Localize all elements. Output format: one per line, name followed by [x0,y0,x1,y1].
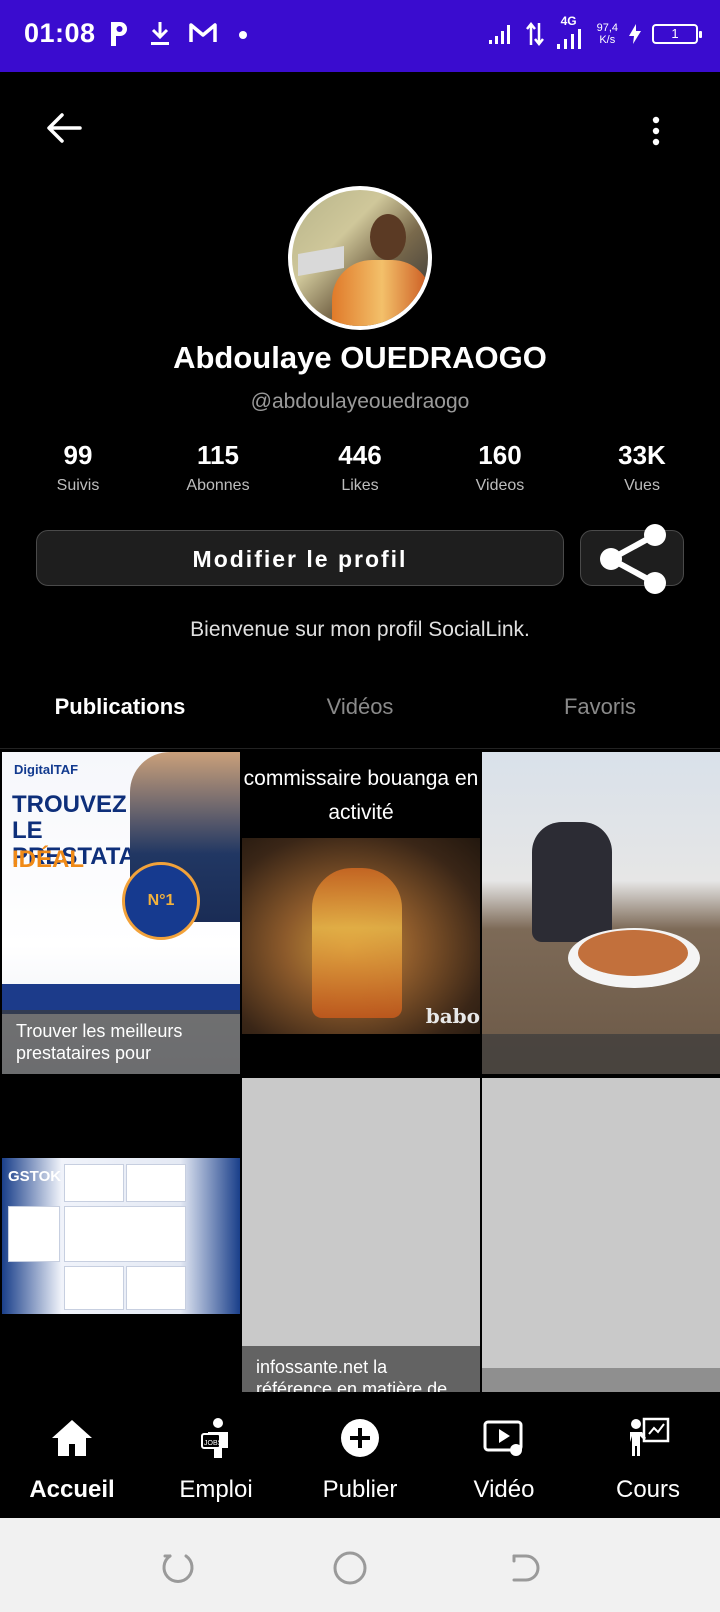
stat-label: Likes [341,477,379,494]
parking-app-icon [111,22,127,46]
stat-label: Suivis [56,477,100,494]
post-caption: Trouver les meilleurs prestataires pour [2,1010,240,1074]
svg-text:JOBS: JOBS [204,1440,223,1447]
download-icon [151,22,169,45]
speed-value: 97,4 [596,22,618,34]
profile-avatar[interactable] [288,186,432,330]
profile-name: Abdoulaye OUEDRAOGO [173,340,547,375]
teacher-icon [630,1417,670,1456]
avatar-photo [292,190,428,326]
share-button[interactable] [580,524,684,594]
bottom-navigation: Accueil JOBS Emploi Publier Vidéo Cours [0,1392,720,1518]
post-thumbnail-5[interactable]: infossante.net la référence en matière d… [242,1078,480,1400]
post-thumbnail-6[interactable] [482,1078,720,1400]
edit-profile-button[interactable]: Modifier le profil [36,530,564,586]
nav-home[interactable]: Accueil [0,1392,144,1518]
post-brand-text: DigitalTAF [14,762,79,777]
battery-icon: 1 [652,24,702,44]
home-system-icon[interactable] [330,1548,370,1588]
video-icon [483,1420,523,1456]
post-video-frame: babo [242,838,480,1034]
post-thumbnail-2[interactable]: commissaire bouanga en activité babo [242,752,480,1074]
status-bar: 01:08 4G 97,4 K/s 1 [0,0,720,72]
tab-videos[interactable]: Vidéos [260,694,460,720]
notification-dot-icon [239,31,247,39]
tab-publications[interactable]: Publications [20,694,220,720]
nav-courses[interactable]: Cours [576,1392,720,1518]
stat-value: 33K [618,440,666,470]
back-arrow-icon[interactable] [44,108,84,148]
stat-followers[interactable]: 115 Abonnes [148,440,288,495]
nav-label: Cours [615,1476,681,1503]
nav-video[interactable]: Vidéo [432,1392,576,1518]
status-time: 01:08 [24,18,96,48]
network-type-label: 4G [560,14,577,28]
tabs-divider [0,748,720,749]
post-badge: N°1 [122,862,200,940]
stat-label: Vues [624,477,660,494]
tab-favorites[interactable]: Favoris [500,694,700,720]
stat-value: 115 [197,440,239,470]
home-icon [52,1420,92,1456]
post-thumbnail-4[interactable]: GSTOK [2,1078,240,1400]
post-overlay-text: commissaire bouanga en activité [243,767,479,824]
post-watermark: babo [425,1004,480,1028]
stat-views[interactable]: 33K Vues [572,440,712,495]
stat-label: Abonnes [186,477,250,494]
network-4g-indicator: 4G [555,14,587,54]
back-system-icon[interactable] [504,1548,544,1588]
nav-label: Accueil [29,1476,115,1503]
recents-icon[interactable] [158,1548,198,1588]
gmail-icon [189,23,217,42]
jobs-icon: JOBS [201,1418,228,1458]
post-dog-photo [532,822,612,942]
stat-videos[interactable]: 160 Videos [430,440,570,495]
speed-unit: K/s [599,34,616,46]
more-options-icon[interactable] [648,116,664,146]
stat-value: 99 [63,440,93,470]
profile-handle: @abdoulayeouedraogo [250,390,470,413]
post-caption-overlay [482,1034,720,1074]
post-image-highlight: IDÉAL [12,846,84,873]
signal-icon [488,25,510,44]
charging-bolt-icon [629,24,641,44]
plus-circle-icon [341,1419,379,1457]
system-navigation-bar [0,1518,720,1612]
nav-jobs[interactable]: JOBS Emploi [144,1392,288,1518]
battery-level: 1 [671,26,679,41]
nav-label: Publier [322,1476,398,1503]
post-collage-image: GSTOK [2,1158,240,1314]
post-brand-text: GSTOK [8,1168,62,1185]
post-thumbnail-1[interactable]: DigitalTAF TROUVEZ LE PRESTATAIRE IDÉAL … [2,752,240,1074]
network-speed: 97,4 K/s [597,22,618,46]
stat-following[interactable]: 99 Suivis [8,440,148,495]
stat-label: Videos [475,477,525,494]
profile-tabs: Publications Vidéos Favoris [0,678,720,750]
post-thumbnail-3[interactable] [482,752,720,1074]
nav-publish[interactable]: Publier [288,1392,432,1518]
data-transfer-icon [525,21,544,47]
stat-likes[interactable]: 446 Likes [290,440,430,495]
profile-bio: Bienvenue sur mon profil SocialLink. [190,618,530,641]
nav-label: Vidéo [473,1476,535,1503]
stat-value: 160 [478,440,522,470]
top-bar [0,72,720,182]
signal-4g-icon [556,29,581,49]
share-icon [600,524,666,594]
stat-value: 446 [338,440,382,470]
nav-label: Emploi [179,1476,253,1503]
profile-stats: 99 Suivis 115 Abonnes 446 Likes 160 Vide… [0,440,720,500]
